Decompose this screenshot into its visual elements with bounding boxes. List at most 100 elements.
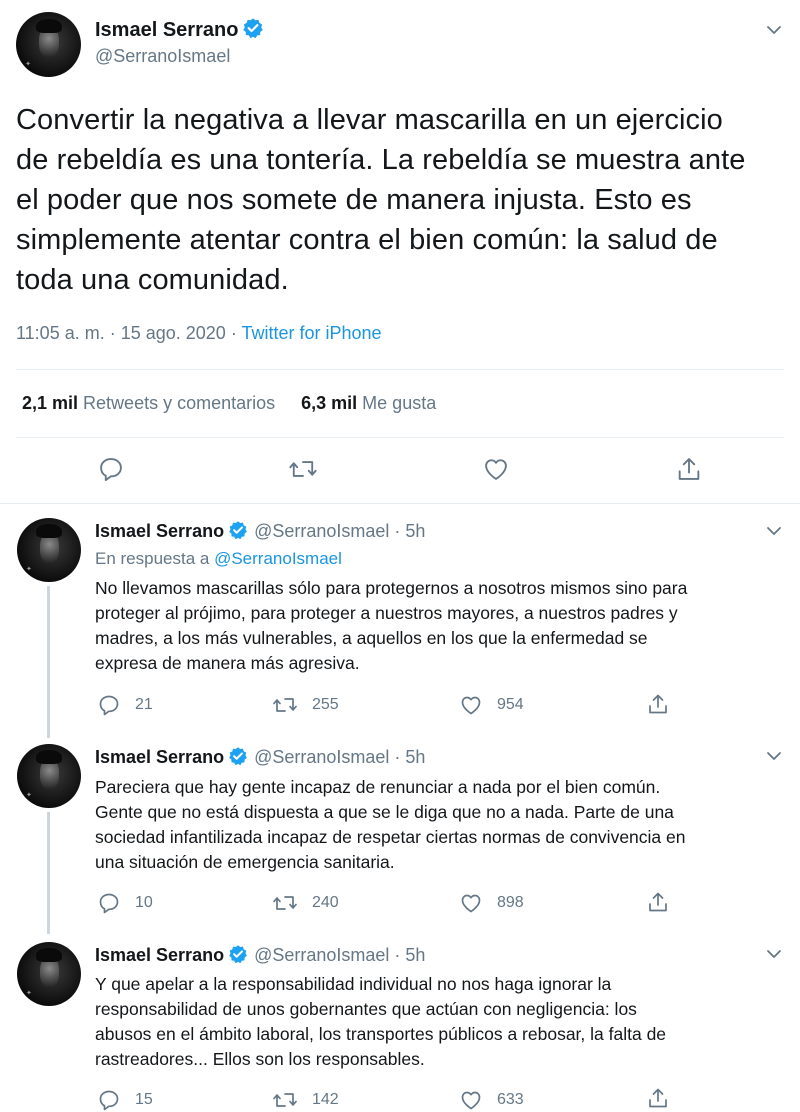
likes-count: 6,3 mil [301,393,358,413]
reply-count: 15 [135,1091,153,1108]
reply-text-line: rastreadores... Ellos son los responsabl… [95,1049,425,1069]
reply-button[interactable]: 15 [97,1088,153,1112]
share-button[interactable] [646,692,684,716]
reply-author[interactable]: Ismael Serrano @SerranoIsmael · 5h [95,746,425,771]
share-icon [649,1088,667,1108]
retweets-label: Retweets y comentarios [83,393,276,413]
reply-count: 10 [135,894,153,911]
in-reply-prefix: En respuesta a [95,549,215,568]
likes-label: Me gusta [362,393,437,413]
divider [16,437,784,438]
share-icon [649,892,667,912]
reply-text-line: Gente que no está dispuesta a que se le … [95,802,674,822]
like-count: 898 [497,894,524,911]
verified-badge-icon [242,17,264,45]
reply-author[interactable]: Ismael Serrano @SerranoIsmael · 5h [95,520,425,545]
reply-handle[interactable]: @SerranoIsmael · 5h [254,945,425,965]
share-icon[interactable] [675,455,703,488]
author-name-text[interactable]: Ismael Serrano [95,945,224,965]
reply-icon [99,695,119,716]
divider [0,503,800,504]
divider [16,369,784,370]
tweet-text-line: el poder que nos somete de manera injust… [16,184,692,216]
reply-text: Y que apelar a la responsabilidad indivi… [95,972,785,1072]
reply-text-line: Y que apelar a la responsabilidad indivi… [95,974,612,994]
reply-handle[interactable]: @SerranoIsmael · 5h [254,521,425,541]
author-name[interactable]: Ismael Serrano [95,17,264,45]
like-button[interactable]: 898 [459,891,524,915]
avatar[interactable]: ✦ [17,942,81,1006]
reply-text-line: expresa de manera más agresiva. [95,653,360,673]
author-name-text[interactable]: Ismael Serrano [95,747,224,767]
tweet-text-line: simplemente atentar contra el bien común… [16,224,718,256]
chevron-down-icon[interactable] [764,20,784,45]
retweet-button[interactable]: 142 [272,1088,339,1112]
reply-handle[interactable]: @SerranoIsmael · 5h [254,747,425,767]
reply-text-line: una situación de emergencia sanitaria. [95,852,395,872]
reply-text-line: proteger al prójimo, para proteger a nue… [95,603,678,623]
tweet-text-line: toda una comunidad. [16,264,289,296]
like-icon[interactable] [482,455,510,488]
avatar[interactable]: ✦ [17,744,81,808]
chevron-down-icon[interactable] [764,521,784,546]
like-button[interactable]: 954 [459,693,524,717]
reply-text-line: Pareciera que hay gente incapaz de renun… [95,777,661,797]
reply-text-line: madres, a los más vulnerables, a aquello… [95,628,648,648]
tweet-text-line: de rebeldía es una tontería. La rebeldía… [16,144,746,176]
reply-author[interactable]: Ismael Serrano @SerranoIsmael · 5h [95,944,425,969]
in-reply-handle-link[interactable]: @SerranoIsmael [214,549,342,568]
verified-badge-icon [228,520,248,545]
retweet-count: 240 [312,894,339,911]
retweets-stat[interactable]: 2,1 mil Retweets y comentarios [22,393,275,413]
thread-line [47,586,50,738]
like-icon [461,696,481,715]
author-name-text[interactable]: Ismael Serrano [95,521,224,541]
like-icon [461,1091,481,1110]
share-button[interactable] [646,890,684,914]
tweet-timestamp[interactable]: 11:05 a. m. · 15 ago. 2020 · [16,323,241,343]
reply-text-line: sociedad infantilizada incapaz de respet… [95,827,686,847]
likes-stat[interactable]: 6,3 mil Me gusta [301,393,436,413]
reply-icon[interactable] [97,455,125,488]
tweet-text-line: Convertir la negativa a llevar mascarill… [16,104,723,136]
reply-text-line: abusos en el ámbito laboral, los transpo… [95,1024,667,1044]
reply-icon [99,1090,119,1111]
retweet-button[interactable]: 240 [272,891,339,915]
retweet-icon[interactable] [288,455,318,488]
retweet-icon [273,698,297,712]
reply-text: No llevamos mascarillas sólo para proteg… [95,576,785,676]
retweet-count: 142 [312,1091,339,1108]
reply-text: Pareciera que hay gente incapaz de renun… [95,775,785,875]
retweet-icon [273,896,297,910]
chevron-down-icon[interactable] [764,746,784,771]
retweet-count: 255 [312,696,339,713]
share-button[interactable] [646,1086,684,1110]
retweet-icon [273,1093,297,1107]
verified-badge-icon [228,944,248,969]
thread-line [47,812,50,934]
reply-icon [99,893,119,914]
author-handle[interactable]: @SerranoIsmael [95,46,230,67]
like-count: 633 [497,1091,524,1108]
tweet-stats: 2,1 mil Retweets y comentarios 6,3 mil Me… [22,393,436,414]
like-button[interactable]: 633 [459,1088,524,1112]
avatar[interactable]: ✦ [17,518,81,582]
reply-button[interactable]: 10 [97,891,153,915]
reply-text-line: No llevamos mascarillas sólo para proteg… [95,578,688,598]
avatar[interactable]: ✦ [16,12,81,77]
like-icon [461,894,481,913]
in-reply-to: En respuesta a @SerranoIsmael [95,549,342,569]
retweet-button[interactable]: 255 [272,693,339,717]
retweets-count: 2,1 mil [22,393,79,413]
reply-count: 21 [135,696,153,713]
chevron-down-icon[interactable] [764,944,784,969]
author-name-text[interactable]: Ismael Serrano [95,19,238,41]
reply-button[interactable]: 21 [97,693,153,717]
tweet-actions [0,455,800,489]
verified-badge-icon [228,746,248,771]
reply-text-line: responsabilidad de unos gobernantes que … [95,999,637,1019]
like-count: 954 [497,696,524,713]
tweet-text: Convertir la negativa a llevar mascarill… [16,100,786,300]
tweet-meta: 11:05 a. m. · 15 ago. 2020 · Twitter for… [16,323,382,344]
tweet-source-link[interactable]: Twitter for iPhone [241,323,381,343]
